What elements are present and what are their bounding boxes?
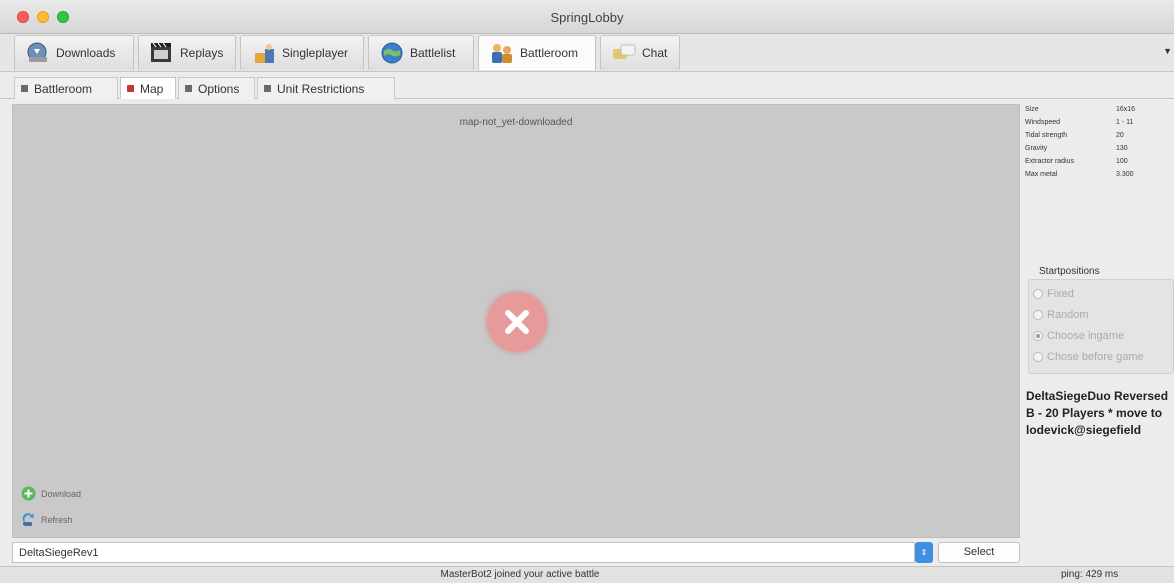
sub-tab-bar: Battleroom Map Options Unit Restrictions [0,72,1174,99]
subtab-map-label: Map [140,81,164,96]
tab-chat[interactable]: Chat [600,35,680,70]
tab-replays[interactable]: Replays [138,35,236,70]
map-missing-error-icon [487,292,547,352]
window-title: SpringLobby [550,10,624,25]
subtab-battleroom-label: Battleroom [34,81,93,96]
start-position-option-choose-ingame[interactable]: Choose ingame [1033,328,1124,344]
start-position-option-label: Chose before game [1047,351,1144,363]
tab-battlelist[interactable]: Battlelist [368,35,474,70]
tab-battleroom-label: Battleroom [520,46,579,60]
map-info-row: Max metal 3.300 [1025,171,1174,184]
tab-chat-label: Chat [642,46,668,60]
start-positions-legend: Startpositions [1039,266,1100,277]
radio-button-selected[interactable] [1033,331,1043,341]
unit-restrictions-subtab-icon [264,85,271,92]
map-dropdown-button[interactable]: ⇕ [915,542,933,563]
start-positions-group: Startpositions Fixed Random Choose ingam… [1028,266,1174,374]
download-map-button[interactable]: Download [21,486,81,501]
downloads-icon [27,42,47,62]
tab-battleroom[interactable]: Battleroom [478,35,596,70]
radio-button[interactable] [1033,352,1043,362]
map-info-value: 3.300 [1116,171,1134,178]
subtab-unit-restrictions[interactable]: Unit Restrictions [257,77,395,99]
map-info-key: Extractor radius [1025,158,1075,165]
ping-indicator: ping: 429 ms [1061,569,1119,580]
map-subtab-icon [127,85,134,92]
map-info-panel: Size 16x16 Windspeed 1 - 11 Tidal streng… [1025,104,1174,564]
start-position-option-random[interactable]: Random [1033,307,1089,323]
map-info-key: Windspeed [1025,119,1061,126]
chat-icon [613,44,636,59]
map-preview-panel[interactable]: map-not_yet-downloaded Download Refresh [12,104,1020,538]
map-info-row: Tidal strength 20 [1025,132,1174,145]
tab-battlelist-label: Battlelist [410,46,456,60]
map-info-value: 1 - 11 [1116,119,1134,126]
map-description: DeltaSiegeDuo Reversed B - 20 Players * … [1026,389,1169,437]
map-info-row: Size 16x16 [1025,106,1174,119]
refresh-map-label: Refresh [41,514,73,525]
start-position-option-label: Fixed [1047,288,1074,300]
main-tab-bar: Downloads Replays Singleplayer Battlelis… [0,34,1174,72]
map-info-key: Gravity [1025,145,1048,152]
start-positions-box: Fixed Random Choose ingame Chose before … [1028,279,1174,374]
title-bar: SpringLobby [0,0,1174,34]
tab-overflow-arrow-icon[interactable]: ▼ [1163,46,1172,56]
options-subtab-icon [185,85,192,92]
map-info-key: Tidal strength [1025,132,1068,139]
battleroom-icon [492,44,512,63]
subtab-options-label: Options [198,81,240,96]
dropdown-arrows-icon: ⇕ [920,548,928,557]
map-info-key: Size [1025,106,1039,113]
replays-icon [151,42,171,62]
subtab-options[interactable]: Options [178,77,255,99]
map-info-value: 130 [1116,145,1128,152]
map-info-value: 100 [1116,158,1128,165]
singleplayer-icon [255,44,274,63]
tab-replays-label: Replays [180,46,224,60]
battlelist-icon [381,42,403,64]
map-info-row: Windspeed 1 - 11 [1025,119,1174,132]
tab-singleplayer-label: Singleplayer [282,46,349,60]
map-name-label: map-not_yet-downloaded [459,117,573,128]
refresh-icon [22,513,34,526]
battleroom-subtab-icon [21,85,28,92]
tab-downloads[interactable]: Downloads [14,35,134,70]
start-position-option-label: Random [1047,309,1089,321]
download-map-label: Download [41,488,82,499]
start-position-option-chose-before-game[interactable]: Chose before game [1033,349,1144,365]
start-position-option-label: Choose ingame [1047,330,1125,342]
map-info-row: Extractor radius 100 [1025,158,1174,171]
subtab-battleroom[interactable]: Battleroom [14,77,118,99]
status-message: MasterBot2 joined your active battle [440,569,600,580]
select-map-button[interactable]: Select [938,542,1020,563]
map-info-value: 16x16 [1116,106,1136,113]
radio-button[interactable] [1033,310,1043,320]
start-position-option-fixed[interactable]: Fixed [1033,286,1074,302]
tab-downloads-label: Downloads [56,46,116,60]
subtab-unit-restrictions-label: Unit Restrictions [277,81,365,96]
map-info-key: Max metal [1025,171,1058,178]
status-bar: MasterBot2 joined your active battle pin… [0,566,1174,583]
map-select-input[interactable] [12,542,915,563]
tab-singleplayer[interactable]: Singleplayer [240,35,364,70]
map-info-row: Gravity 130 [1025,145,1174,158]
download-plus-icon [21,486,36,501]
radio-button[interactable] [1033,289,1043,299]
subtab-map[interactable]: Map [120,77,176,99]
refresh-map-button[interactable]: Refresh [21,512,73,527]
map-info-value: 20 [1116,132,1124,139]
